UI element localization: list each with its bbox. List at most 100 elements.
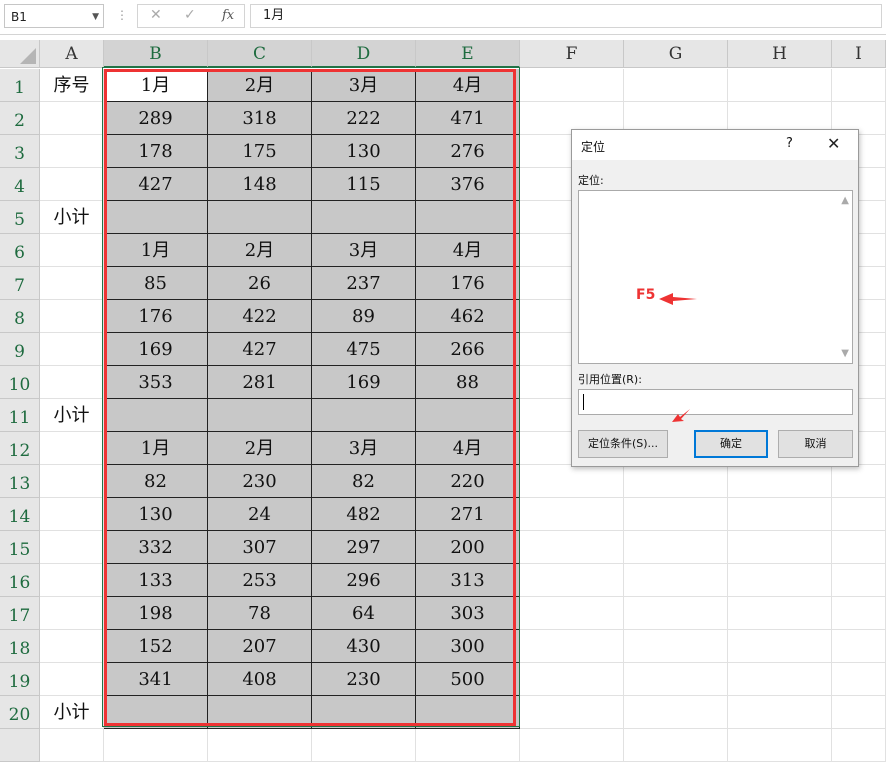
cell[interactable]: 3月: [312, 234, 416, 267]
cell[interactable]: 2月: [208, 69, 312, 102]
cell[interactable]: 169: [312, 366, 416, 399]
column-header-F[interactable]: F: [520, 40, 624, 68]
cell[interactable]: 281: [208, 366, 312, 399]
cell[interactable]: [624, 69, 728, 102]
cell[interactable]: 178: [104, 135, 208, 168]
reference-input[interactable]: [578, 389, 853, 415]
cell[interactable]: 353: [104, 366, 208, 399]
row-header[interactable]: 11: [0, 399, 40, 432]
cell[interactable]: [624, 630, 728, 663]
cell[interactable]: 1月: [104, 234, 208, 267]
cancel-icon[interactable]: ✕: [150, 7, 162, 23]
cell[interactable]: 313: [416, 564, 520, 597]
cell[interactable]: 175: [208, 135, 312, 168]
row-header[interactable]: 18: [0, 630, 40, 663]
cell[interactable]: 220: [416, 465, 520, 498]
cell[interactable]: 198: [104, 597, 208, 630]
cell[interactable]: [312, 399, 416, 432]
cell[interactable]: 130: [104, 498, 208, 531]
cell[interactable]: 176: [104, 300, 208, 333]
column-header-A[interactable]: A: [40, 40, 104, 68]
cell[interactable]: 1月: [104, 432, 208, 465]
special-button[interactable]: 定位条件(S)...: [578, 430, 668, 458]
enter-check-icon[interactable]: ✓: [184, 7, 196, 23]
name-box[interactable]: B1 ▼: [4, 4, 104, 28]
cell[interactable]: [40, 498, 104, 531]
cell[interactable]: [312, 201, 416, 234]
cell[interactable]: [104, 696, 208, 729]
cell[interactable]: 253: [208, 564, 312, 597]
cell[interactable]: 296: [312, 564, 416, 597]
cell[interactable]: 222: [312, 102, 416, 135]
cell[interactable]: [832, 663, 886, 696]
cell[interactable]: 88: [416, 366, 520, 399]
cell[interactable]: [416, 399, 520, 432]
cell[interactable]: [208, 729, 312, 762]
cell[interactable]: [832, 69, 886, 102]
cell[interactable]: [520, 729, 624, 762]
insert-function-icon[interactable]: fx: [222, 8, 234, 23]
row-header[interactable]: 12: [0, 432, 40, 465]
cell[interactable]: 小计: [40, 696, 104, 729]
cell[interactable]: 303: [416, 597, 520, 630]
cell[interactable]: 130: [312, 135, 416, 168]
cell[interactable]: 4月: [416, 69, 520, 102]
cell[interactable]: [832, 630, 886, 663]
row-header[interactable]: [0, 729, 40, 762]
cell[interactable]: [832, 729, 886, 762]
cell[interactable]: [40, 135, 104, 168]
cell[interactable]: 3月: [312, 432, 416, 465]
row-header[interactable]: 2: [0, 102, 40, 135]
cell[interactable]: 176: [416, 267, 520, 300]
cell[interactable]: [416, 201, 520, 234]
row-header[interactable]: 7: [0, 267, 40, 300]
cell[interactable]: 300: [416, 630, 520, 663]
cell[interactable]: [40, 333, 104, 366]
cell[interactable]: 78: [208, 597, 312, 630]
cell[interactable]: [40, 432, 104, 465]
cell[interactable]: [728, 465, 832, 498]
row-header[interactable]: 14: [0, 498, 40, 531]
cell[interactable]: [728, 630, 832, 663]
cell[interactable]: [312, 729, 416, 762]
cell[interactable]: [624, 696, 728, 729]
cell[interactable]: [40, 168, 104, 201]
cell[interactable]: [40, 630, 104, 663]
cell[interactable]: [40, 663, 104, 696]
scroll-down-icon[interactable]: ▼: [841, 348, 849, 359]
close-icon[interactable]: ✕: [827, 134, 840, 153]
cell[interactable]: 230: [208, 465, 312, 498]
cell[interactable]: 169: [104, 333, 208, 366]
column-header-G[interactable]: G: [624, 40, 728, 68]
column-header-D[interactable]: D: [312, 40, 416, 68]
cell[interactable]: 序号: [40, 69, 104, 102]
cell[interactable]: 271: [416, 498, 520, 531]
row-header[interactable]: 9: [0, 333, 40, 366]
cell[interactable]: [832, 597, 886, 630]
cell[interactable]: [832, 531, 886, 564]
chevron-down-icon[interactable]: ▼: [92, 5, 99, 29]
cell[interactable]: 小计: [40, 201, 104, 234]
cell[interactable]: 2月: [208, 234, 312, 267]
cell[interactable]: [728, 531, 832, 564]
row-header[interactable]: 5: [0, 201, 40, 234]
cell[interactable]: [312, 696, 416, 729]
row-header[interactable]: 8: [0, 300, 40, 333]
cell[interactable]: 422: [208, 300, 312, 333]
cell[interactable]: [520, 531, 624, 564]
cell[interactable]: [520, 696, 624, 729]
cell[interactable]: [208, 399, 312, 432]
cell[interactable]: [40, 366, 104, 399]
row-header[interactable]: 10: [0, 366, 40, 399]
cell[interactable]: [832, 498, 886, 531]
cell[interactable]: [40, 531, 104, 564]
row-header[interactable]: 1: [0, 69, 40, 102]
cell[interactable]: [728, 498, 832, 531]
cell[interactable]: [728, 729, 832, 762]
cell[interactable]: 482: [312, 498, 416, 531]
select-all-corner[interactable]: [0, 40, 40, 68]
ok-button[interactable]: 确定: [694, 430, 768, 458]
cell[interactable]: 152: [104, 630, 208, 663]
cell[interactable]: 3月: [312, 69, 416, 102]
cell[interactable]: [40, 267, 104, 300]
